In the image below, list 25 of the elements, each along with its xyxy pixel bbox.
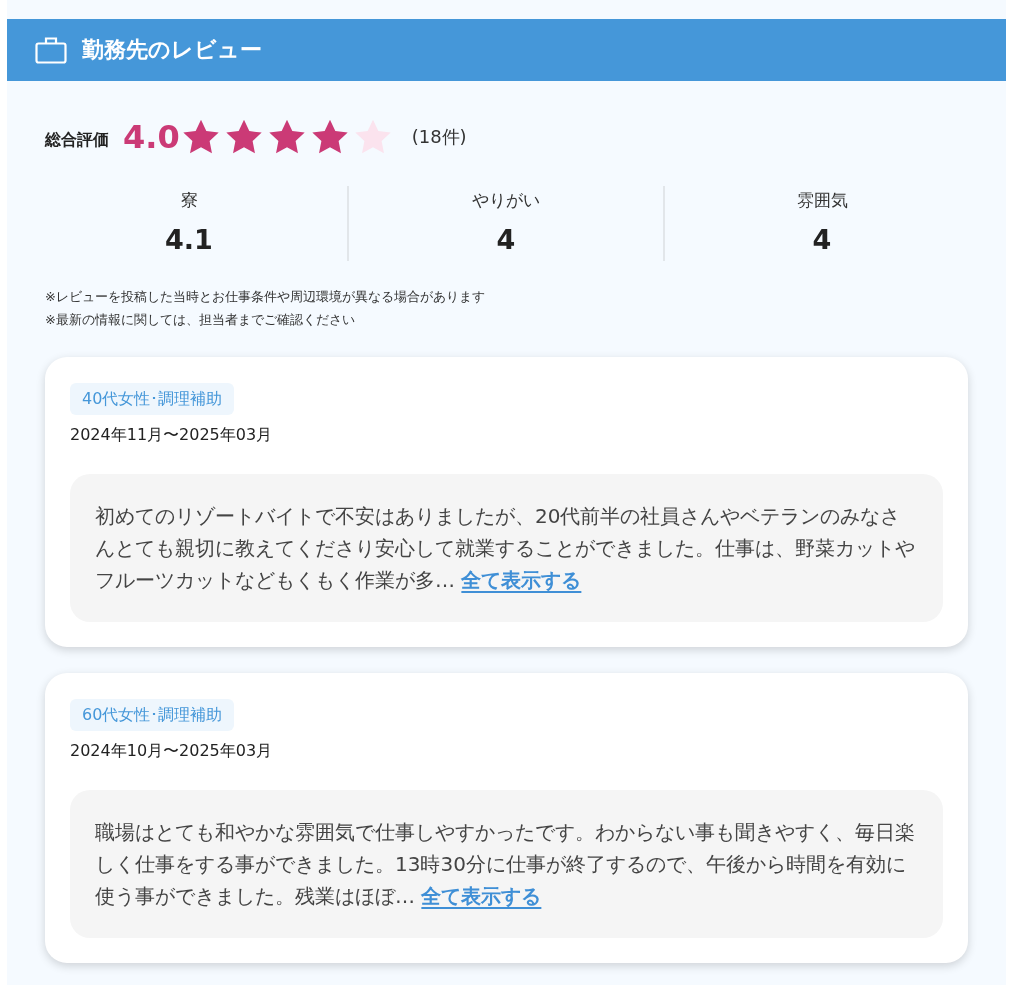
section-title: 勤務先のレビュー [82, 36, 262, 64]
review-count: (18件) [411, 125, 467, 149]
star-icon [267, 119, 306, 155]
category-score: 4 [496, 224, 516, 255]
star-icon [310, 119, 349, 155]
category-label: やりがい [472, 189, 540, 212]
review-text: 初めてのリゾートバイトで不安はありましたが、20代前半の社員さんやベテランのみなさんとても親切に教えてくださり安心して就業することができました。仕事は、野菜カットやフルーツカットなどもくもく作業が多… 全て表示する [95, 503, 916, 594]
work-period: 2024年11月〜2025年03月 [70, 424, 273, 446]
briefcase-icon [35, 36, 67, 64]
overall-label: 総合評価 [45, 129, 109, 151]
category-label: 雰囲気 [796, 189, 848, 212]
review-text: 職場はとても和やかな雰囲気で仕事しやすかったです。わからない事も聞きやすく、毎日楽しく仕事をする事ができました。13時30分に仕事が終了するので、午後から時間を有効に使う事ができました。残業はほぼ… 全て表示する [95, 819, 916, 910]
overall-score: 4.0 [123, 118, 180, 156]
category-score: 4 [812, 224, 832, 255]
star-icon [181, 119, 220, 155]
category-label: 寮 [180, 189, 198, 212]
show-all-link[interactable]: 全て表示する [421, 884, 542, 908]
category-score: 4.1 [165, 224, 213, 255]
reviewer-tag: 40代女性･調理補助 [70, 383, 235, 415]
disclaimer-note: ※レビューを投稿した当時とお仕事条件や周辺環境が異なる場合があります [45, 288, 485, 306]
work-period: 2024年10月〜2025年03月 [70, 740, 273, 762]
show-all-link[interactable]: 全て表示する [461, 568, 582, 592]
star-icon [224, 119, 263, 155]
disclaimer-note: ※最新の情報に関しては、担当者までご確認ください [45, 311, 355, 329]
reviewer-tag: 60代女性･調理補助 [70, 699, 235, 731]
